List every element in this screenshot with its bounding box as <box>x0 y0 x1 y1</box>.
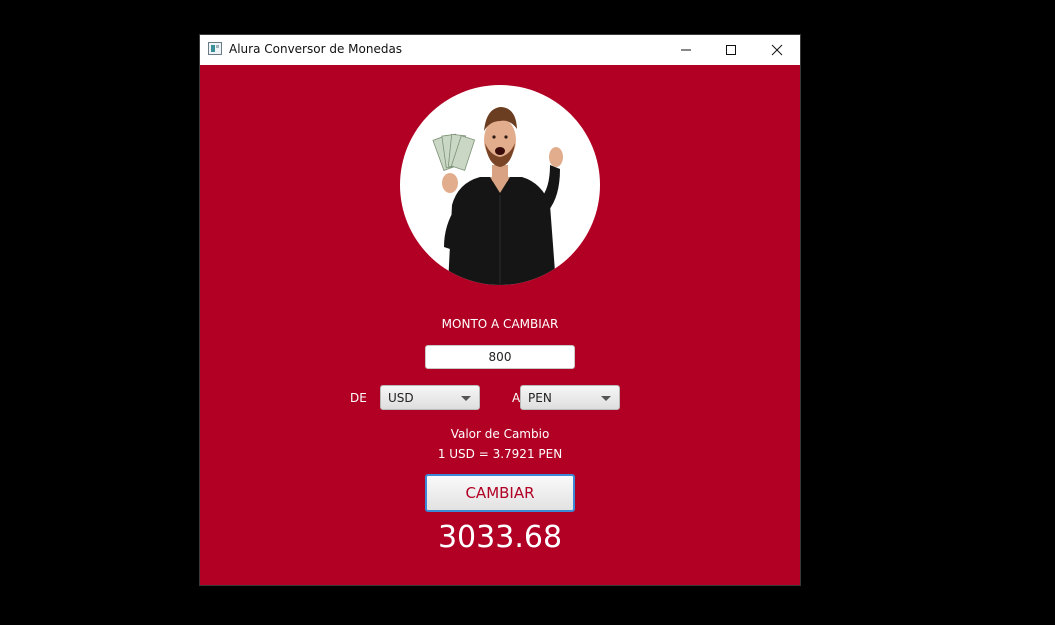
close-button[interactable] <box>754 35 800 65</box>
maximize-button[interactable] <box>708 35 754 65</box>
to-currency-value: PEN <box>528 391 552 405</box>
maximize-icon <box>726 45 736 55</box>
app-window-icon <box>208 42 222 55</box>
rate-value: 1 USD = 3.7921 PEN <box>437 447 563 461</box>
title-bar[interactable]: Alura Conversor de Monedas <box>200 35 800 65</box>
chevron-down-icon <box>601 396 611 401</box>
to-currency-select[interactable]: PEN <box>520 385 620 410</box>
amount-label: MONTO A CAMBIAR <box>441 317 559 331</box>
convert-button[interactable]: CAMBIAR <box>425 474 575 512</box>
to-label: A <box>512 391 521 405</box>
converter-window: Alura Conversor de Monedas MONTO A CAMBI… <box>200 35 800 585</box>
minimize-button[interactable] <box>663 35 709 65</box>
conversion-result: 3033.68 <box>437 520 563 555</box>
from-currency-value: USD <box>388 391 414 405</box>
rate-title: Valor de Cambio <box>450 427 550 441</box>
from-label: DE <box>350 391 367 405</box>
amount-input[interactable] <box>425 345 575 369</box>
chevron-down-icon <box>461 396 471 401</box>
window-title: Alura Conversor de Monedas <box>229 42 403 56</box>
excited-man-with-money-image <box>432 107 563 285</box>
minimize-icon <box>681 49 691 51</box>
close-icon <box>771 44 783 56</box>
from-currency-select[interactable]: USD <box>380 385 480 410</box>
profile-avatar <box>400 85 600 285</box>
